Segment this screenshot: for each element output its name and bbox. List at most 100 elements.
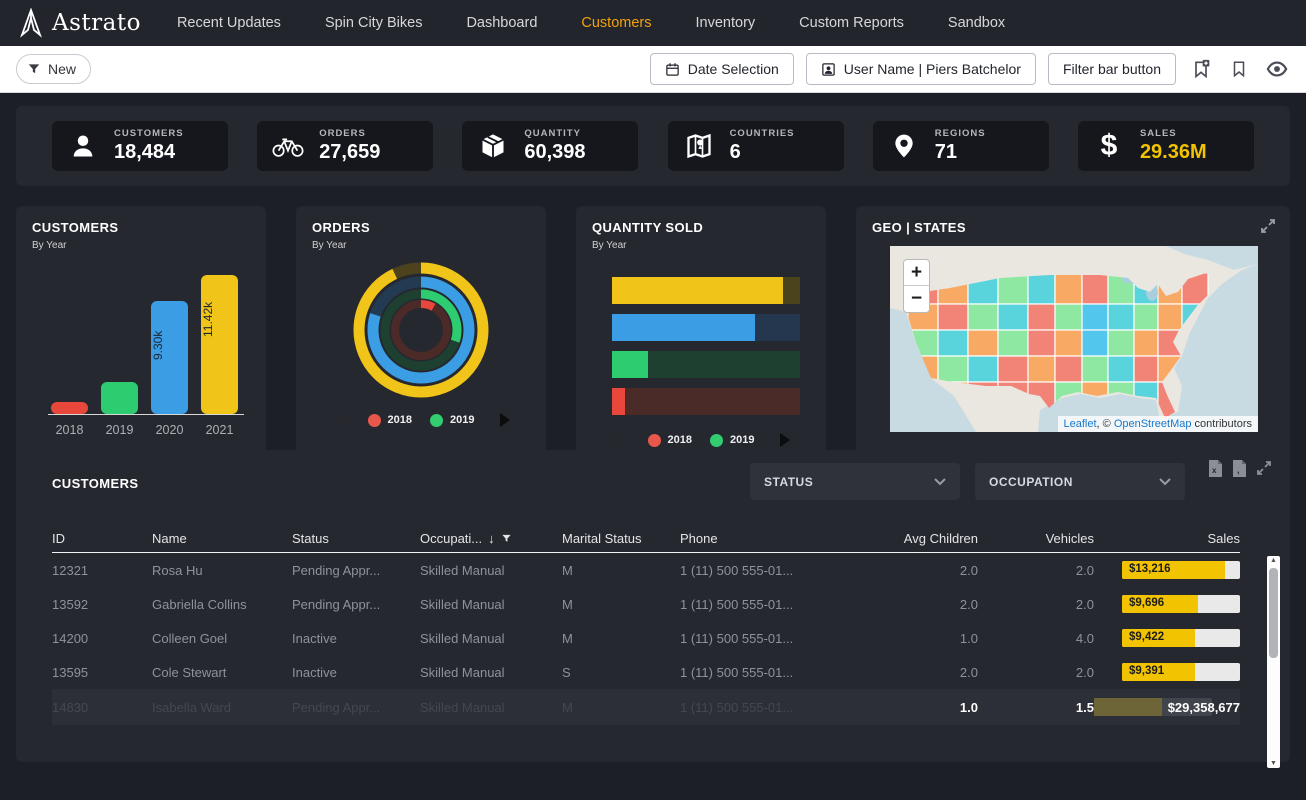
bar-value-label: 11.42k [201,284,238,354]
funnel-icon [27,62,41,76]
legend-item-2019[interactable]: 2019 [430,414,474,427]
table-row[interactable]: 14200 Colleen Goel Inactive Skilled Manu… [52,621,1240,655]
svg-text:,: , [1237,465,1240,475]
filter-bar-button[interactable]: Filter bar button [1048,53,1176,85]
top-nav: Astrato Recent Updates Spin City Bikes D… [0,0,1306,46]
bar-2021[interactable]: 11.42k [201,275,238,414]
leaflet-link[interactable]: Leaflet [1064,418,1097,430]
scroll-down-icon[interactable]: ▼ [1267,760,1280,767]
column-header-vehicles[interactable]: Vehicles [978,531,1094,546]
sales-data-bar: $13,216 [1122,561,1240,579]
chart-subtitle: By Year [592,240,810,251]
quantity-sold-chart-panel: QUANTITY SOLD By Year 2018 [576,206,826,458]
map-zoom-control: + − [903,259,930,313]
column-header-name[interactable]: Name [152,531,292,546]
kpi-sales-value: 29.36M [1140,141,1207,164]
dollar-icon: $ [1092,129,1126,163]
legend-item-2018[interactable]: 2018 [368,414,412,427]
legend-next-icon[interactable] [780,433,790,447]
bar-2018[interactable] [51,402,88,415]
table-row[interactable]: 12321 Rosa Hu Pending Appr... Skilled Ma… [52,553,1240,587]
hbar-2018[interactable] [612,388,800,415]
column-header-sales[interactable]: Sales [1094,531,1240,546]
legend-item-2019[interactable]: 2019 [710,434,754,447]
customers-table: ID Name Status Occupati... ↓ Marital Sta… [52,525,1240,725]
kpi-customers: CUSTOMERS 18,484 [52,121,228,171]
customers-table-panel: CUSTOMERS STATUS OCCUPATION x , [16,450,1290,762]
bar-value-label: 9.30k [151,310,188,380]
legend-prev-icon[interactable] [612,433,622,447]
kpi-sales: $ SALES 29.36M [1078,121,1254,171]
scroll-up-icon[interactable]: ▲ [1267,557,1280,564]
bar-chart: 9.30k 11.42k [48,275,244,415]
table-totals-row: 14830 Isabella Ward Pending Appr... Skil… [52,689,1240,725]
column-header-phone[interactable]: Phone [680,531,866,546]
chart-legend: 2018 2019 [312,413,530,427]
eye-icon[interactable] [1264,56,1290,82]
date-selection-button[interactable]: Date Selection [650,53,794,85]
export-csv-icon[interactable]: , [1232,460,1247,477]
column-header-occupation[interactable]: Occupati... ↓ [420,531,562,546]
nav-item-spin-city-bikes[interactable]: Spin City Bikes [325,15,423,31]
map-attribution: Leaflet, © OpenStreetMap contributors [1058,416,1259,432]
legend-item-2018[interactable]: 2018 [648,434,692,447]
nav-item-inventory[interactable]: Inventory [696,15,756,31]
leaflet-map[interactable]: + − Leaflet, © OpenStreetMap contributor… [890,246,1258,432]
total-vehicles: 1.5 [978,700,1094,715]
bookmark-icon[interactable] [1226,56,1252,82]
customers-bar-chart-panel: CUSTOMERS By Year 9.30k 11.42k 2018 2019… [16,206,266,458]
zoom-out-button[interactable]: − [904,286,929,312]
nav-item-custom-reports[interactable]: Custom Reports [799,15,904,31]
user-name-button[interactable]: User Name | Piers Batchelor [806,53,1036,85]
nav-item-sandbox[interactable]: Sandbox [948,15,1005,31]
legend-prev-icon[interactable] [332,413,342,427]
nav-item-dashboard[interactable]: Dashboard [466,15,537,31]
hbar-2019[interactable] [612,351,800,378]
kpi-orders-value: 27,659 [319,141,380,164]
new-filter-button[interactable]: New [16,54,91,84]
chevron-down-icon [934,478,946,486]
table-row[interactable]: 13592 Gabriella Collins Pending Appr... … [52,587,1240,621]
table-row[interactable]: 13595 Cole Stewart Inactive Skilled Manu… [52,655,1240,689]
hbar-2021[interactable] [612,277,800,304]
table-scrollbar[interactable]: ▲ ▼ [1267,556,1280,768]
kpi-regions-value: 71 [935,141,986,164]
sort-desc-icon[interactable]: ↓ [488,531,495,546]
column-header-id[interactable]: ID [52,531,152,546]
chart-subtitle: By Year [32,240,250,251]
nav-item-customers[interactable]: Customers [581,15,651,31]
package-icon [476,132,510,160]
status-filter-dropdown[interactable]: STATUS [750,463,960,500]
occupation-filter-dropdown[interactable]: OCCUPATION [975,463,1185,500]
bar-2020[interactable]: 9.30k [151,301,188,414]
app-logo[interactable]: Astrato [18,8,141,38]
column-header-status[interactable]: Status [292,531,420,546]
filter-funnel-icon[interactable] [501,533,512,544]
bar-2019[interactable] [101,382,138,414]
concentric-donut-chart[interactable] [348,257,494,403]
kpi-countries-value: 6 [730,141,795,164]
total-sales: $29,358,677 [1094,700,1240,715]
sales-data-bar: $9,391 [1122,663,1240,681]
kpi-quantity-value: 60,398 [524,141,585,164]
scrollbar-thumb[interactable] [1269,568,1278,658]
column-header-marital-status[interactable]: Marital Status [562,531,680,546]
export-excel-icon[interactable]: x [1208,460,1223,477]
zoom-in-button[interactable]: + [904,260,929,286]
hbar-2020[interactable] [612,314,800,341]
expand-icon[interactable] [1256,460,1272,477]
orders-donut-chart-panel: ORDERS By Year 2018 [296,206,546,458]
bookmark-add-icon[interactable] [1188,56,1214,82]
app-logo-text: Astrato [52,10,141,36]
pin-icon [887,132,921,160]
openstreetmap-link[interactable]: OpenStreetMap [1114,418,1192,430]
kpi-customers-value: 18,484 [114,141,184,164]
legend-next-icon[interactable] [500,413,510,427]
nav-item-recent-updates[interactable]: Recent Updates [177,15,281,31]
legend-dot-2018 [368,414,381,427]
geo-states-map-panel: GEO | STATES [856,206,1290,458]
kpi-panel: CUSTOMERS 18,484 ORDERS 27,659 QUANTITY … [16,106,1290,186]
column-header-avg-children[interactable]: Avg Children [866,531,978,546]
expand-icon[interactable] [1260,218,1276,234]
chevron-down-icon [1159,478,1171,486]
